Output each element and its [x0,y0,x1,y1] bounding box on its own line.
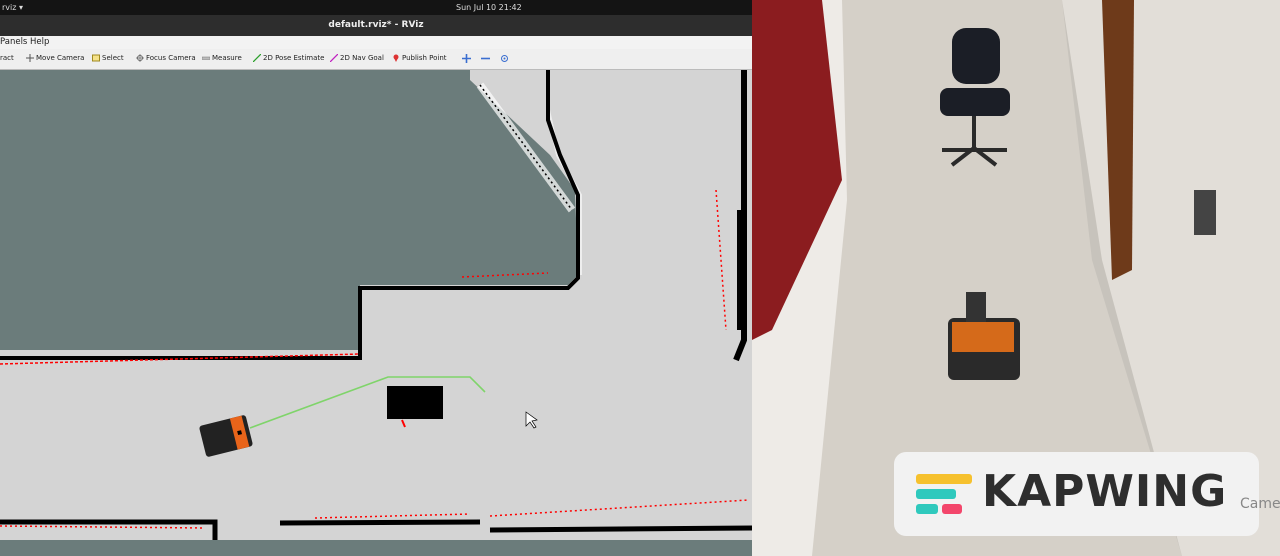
tool-2d-nav-goal[interactable]: 2D Nav Goal [330,54,384,62]
menu-panels[interactable]: Panels [0,37,27,47]
tool-measure[interactable]: Measure [202,54,242,62]
tool-select[interactable]: Select [92,54,124,62]
crosshair-icon[interactable] [500,54,509,63]
kapwing-watermark: KAPWING [894,452,1259,536]
kapwing-wordmark: KAPWING [982,466,1228,517]
tool-interact-label: ract [0,54,14,62]
tool-pose-label: 2D Pose Estimate [263,54,325,62]
ruler-icon [202,56,210,60]
tool-2d-pose-estimate[interactable]: 2D Pose Estimate [253,54,324,62]
tool-measure-label: Measure [212,54,242,62]
wall-panel [1194,190,1216,235]
tool-move-camera[interactable]: Move Camera [26,54,84,62]
green-arrow-icon [253,54,261,62]
tool-nav-goal-label: 2D Nav Goal [340,54,384,62]
move-icon [26,54,34,62]
tool-move-camera-label: Move Camera [36,54,85,62]
obstacle-box [387,386,443,419]
camera-label: Came [1240,496,1280,512]
zoom-out-icon[interactable] [481,54,490,63]
app-menu[interactable]: rviz ▾ [2,3,23,12]
tool-focus-camera[interactable]: Focus Camera [136,54,196,62]
zoom-in-icon[interactable] [462,54,471,63]
map-view[interactable] [0,70,752,556]
select-icon [92,54,100,62]
clock[interactable]: Sun Jul 10 21:42 [456,3,522,12]
tool-interact[interactable]: ract [0,54,14,62]
tool-focus-camera-label: Focus Camera [146,54,196,62]
tool-publish-point[interactable]: Publish Point [392,54,447,62]
menu-bar: Panels Help [0,36,752,49]
toolbar: ract Move Camera Select Focus Camera Mea… [0,49,752,70]
map-pin-icon [393,54,399,62]
rviz-window: rviz ▾ Sun Jul 10 21:42 default.rviz* - … [0,0,752,556]
tool-select-label: Select [102,54,124,62]
kapwing-logo-icon [916,474,972,514]
magenta-arrow-icon [330,54,338,62]
tool-publish-point-label: Publish Point [402,54,447,62]
focus-icon [136,54,144,62]
window-title: default.rviz* - RViz [0,15,752,36]
menu-help[interactable]: Help [30,37,49,47]
system-top-bar: rviz ▾ Sun Jul 10 21:42 [0,0,752,15]
